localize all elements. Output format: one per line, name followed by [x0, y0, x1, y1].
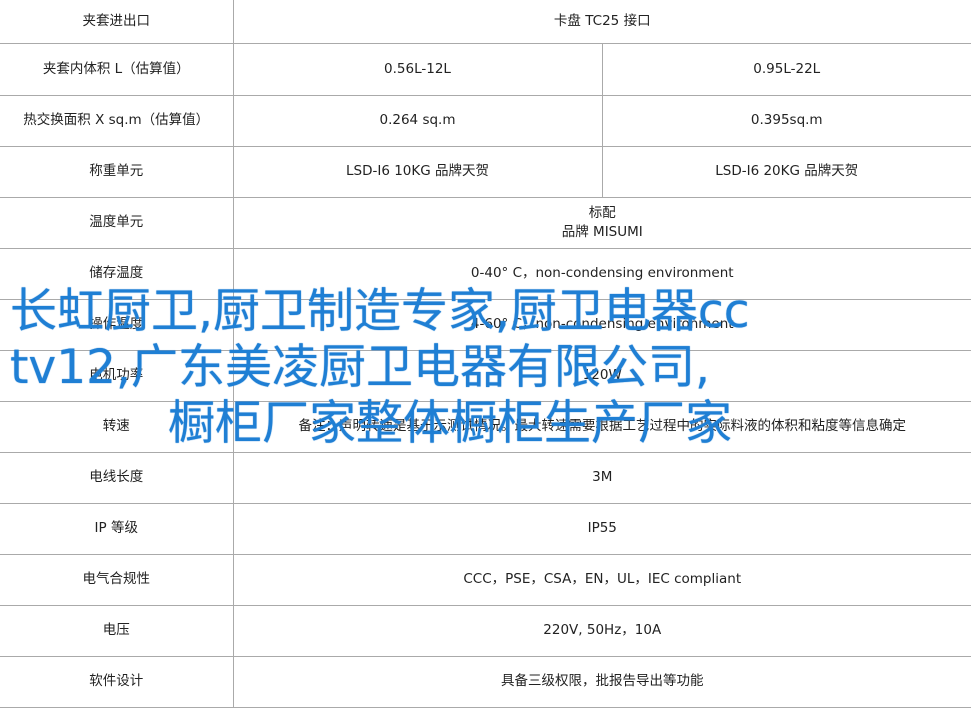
- table-row: 电线长度 3M: [0, 452, 971, 504]
- table-row: 电压 220V, 50Hz，10A: [0, 605, 971, 657]
- table-row: 称重单元 LSD-I6 10KG 品牌天贺 LSD-I6 20KG 品牌天贺: [0, 146, 971, 198]
- row-value: 卡盘 TC25 接口: [233, 0, 971, 44]
- row-label: 转速: [0, 401, 234, 453]
- row-value-a: 0.56L-12L: [233, 43, 603, 96]
- row-value: IP55: [233, 503, 971, 555]
- table-row: 电气合规性 CCC，PSE，CSA，EN，UL，IEC compliant: [0, 554, 971, 606]
- table-row: 夹套内体积 L（估算值） 0.56L-12L 0.95L-22L: [0, 43, 971, 96]
- row-value: 具备三级权限，批报告导出等功能: [233, 656, 971, 708]
- table-row: 热交换面积 X sq.m（估算值） 0.264 sq.m 0.395sq.m: [0, 95, 971, 147]
- row-value: 0-40° C，non-condensing environment: [233, 248, 971, 300]
- row-value-line1: 标配: [588, 204, 616, 221]
- row-label: 称重单元: [0, 146, 234, 198]
- row-value: 4-60° C，non-condensing environment: [233, 299, 971, 351]
- row-value-line2: 品牌 MISUMI: [561, 223, 643, 240]
- row-value: 备注：声明转速是基于示测试情况。最大转速需要根据工艺过程中的实际料液的体积和粘度…: [233, 401, 971, 453]
- row-label: 储存温度: [0, 248, 234, 300]
- row-label: 热交换面积 X sq.m（估算值）: [0, 95, 234, 147]
- row-label: IP 等级: [0, 503, 234, 555]
- row-label: 温度单元: [0, 197, 234, 249]
- table-row: IP 等级 IP55: [0, 503, 971, 555]
- row-label: 夹套内体积 L（估算值）: [0, 43, 234, 96]
- row-value-b: LSD-I6 20KG 品牌天贺: [602, 146, 971, 198]
- row-label: 电线长度: [0, 452, 234, 504]
- table-row: 转速 备注：声明转速是基于示测试情况。最大转速需要根据工艺过程中的实际料液的体积…: [0, 401, 971, 453]
- row-value: 标配 品牌 MISUMI: [233, 197, 971, 249]
- table-row: 操作温度 4-60° C，non-condensing environment: [0, 299, 971, 351]
- table-row: 温度单元 标配 品牌 MISUMI: [0, 197, 971, 249]
- row-value: 3M: [233, 452, 971, 504]
- row-label: 电机功率: [0, 350, 234, 402]
- row-value: 120W: [233, 350, 971, 402]
- row-label: 夹套进出口: [0, 0, 234, 44]
- table-row: 储存温度 0-40° C，non-condensing environment: [0, 248, 971, 300]
- row-label: 电压: [0, 605, 234, 657]
- row-label: 软件设计: [0, 656, 234, 708]
- row-value: 220V, 50Hz，10A: [233, 605, 971, 657]
- table-row: 夹套进出口 卡盘 TC25 接口: [0, 0, 971, 44]
- row-label: 电气合规性: [0, 554, 234, 606]
- row-label: 操作温度: [0, 299, 234, 351]
- spec-table: 夹套进出口 卡盘 TC25 接口 夹套内体积 L（估算值） 0.56L-12L …: [0, 0, 971, 708]
- row-value-b: 0.95L-22L: [602, 43, 971, 96]
- row-value: CCC，PSE，CSA，EN，UL，IEC compliant: [233, 554, 971, 606]
- row-value-a: 0.264 sq.m: [233, 95, 603, 147]
- table-row: 电机功率 120W: [0, 350, 971, 402]
- table-row: 软件设计 具备三级权限，批报告导出等功能: [0, 656, 971, 708]
- row-value-b: 0.395sq.m: [602, 95, 971, 147]
- row-value-a: LSD-I6 10KG 品牌天贺: [233, 146, 603, 198]
